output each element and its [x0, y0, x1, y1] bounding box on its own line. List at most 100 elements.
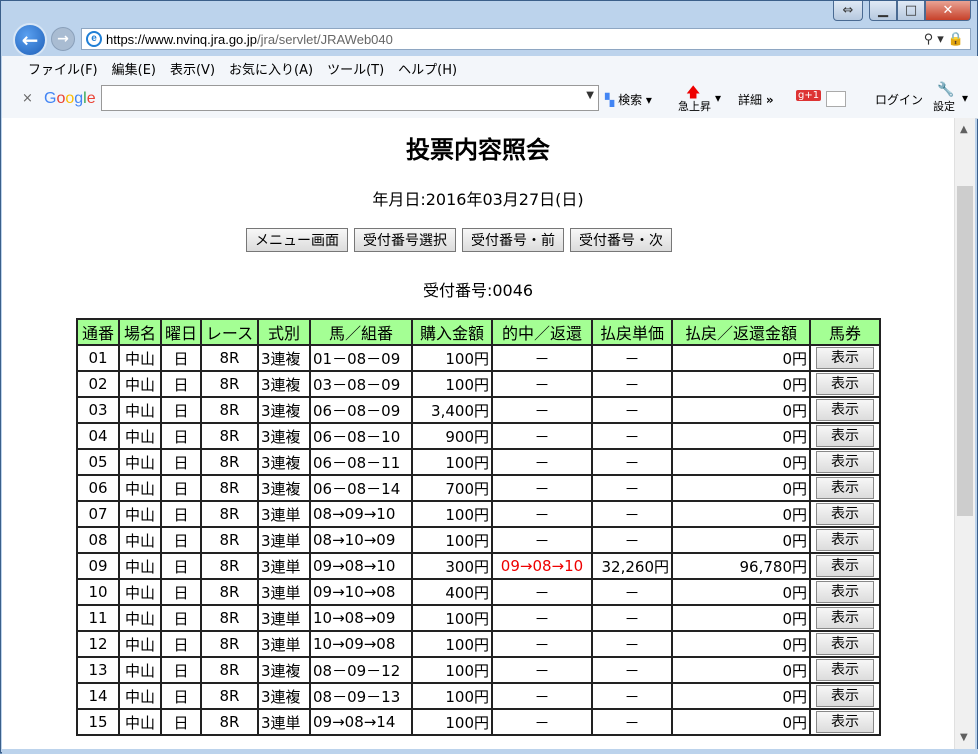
show-ticket-button[interactable]: 表示: [816, 581, 874, 603]
show-ticket-button[interactable]: 表示: [816, 347, 874, 369]
cell-ticket: 表示: [809, 526, 881, 554]
cell-day: 日: [160, 656, 202, 684]
scroll-down-icon[interactable]: ▼: [960, 732, 968, 743]
cell-day: 日: [160, 578, 202, 606]
nav-button-row: メニュー画面 受付番号選択 受付番号・前 受付番号・次: [246, 228, 672, 252]
cell-ticket: 表示: [809, 344, 881, 372]
show-ticket-button[interactable]: 表示: [816, 633, 874, 655]
cell-unit: －: [591, 344, 673, 372]
cell-race: 8R: [200, 500, 259, 528]
settings-dropdown-icon[interactable]: ▾: [962, 91, 968, 105]
cell-type: 3連単: [257, 708, 311, 736]
cell-day: 日: [160, 422, 202, 450]
chevron-down-icon[interactable]: ▼: [586, 90, 594, 101]
receipt-select-button[interactable]: 受付番号選択: [354, 228, 456, 252]
menu-screen-button[interactable]: メニュー画面: [246, 228, 348, 252]
cell-ticket: 表示: [809, 552, 881, 580]
cell-type: 3連単: [257, 630, 311, 658]
show-ticket-button[interactable]: 表示: [816, 685, 874, 707]
show-ticket-button[interactable]: 表示: [816, 503, 874, 525]
minimize-button[interactable]: ▁: [869, 1, 897, 21]
cell-day: 日: [160, 474, 202, 502]
cell-amount: 100円: [411, 448, 493, 476]
show-ticket-button[interactable]: 表示: [816, 451, 874, 473]
receipt-prev-button[interactable]: 受付番号・前: [462, 228, 564, 252]
google-search-button[interactable]: ▚ 検索 ▾: [605, 91, 652, 108]
table-row: 07 中山日 8R 3連単 08→09→10 100円－－ 0円 表示: [76, 500, 881, 528]
dropdown-icon[interactable]: ▾: [937, 31, 944, 47]
vertical-scrollbar[interactable]: ▲ ▼: [954, 118, 975, 749]
cell-no: 01: [76, 344, 120, 372]
trend-label[interactable]: 急上昇: [678, 98, 711, 114]
lock-icon[interactable]: 🔒: [948, 31, 964, 47]
url-path: /jra/servlet/JRAWeb040: [257, 31, 393, 47]
back-button[interactable]: ←: [13, 23, 47, 57]
cell-ticket: 表示: [809, 500, 881, 528]
toolbar-close-icon[interactable]: ×: [22, 91, 33, 106]
menu-help[interactable]: ヘルプ(H): [398, 59, 457, 78]
col-header-payout: 払戻／返還金額: [671, 318, 811, 346]
google-search-input[interactable]: ▼: [101, 85, 599, 111]
cell-combo: 10→08→09: [309, 604, 413, 632]
search-icon[interactable]: ⚲: [924, 31, 934, 47]
address-bar[interactable]: e https://www.nvinq.jra.go.jp/jra/servle…: [81, 28, 971, 50]
cell-ticket: 表示: [809, 474, 881, 502]
cell-race: 8R: [200, 604, 259, 632]
table-row: 14 中山日 8R 3連複 08－09－13 100円－－ 0円 表示: [76, 682, 881, 710]
cell-amount: 900円: [411, 422, 493, 450]
forward-button[interactable]: →: [51, 27, 75, 51]
show-ticket-button[interactable]: 表示: [816, 659, 874, 681]
cell-amount: 100円: [411, 708, 493, 736]
google-plus-one-icon[interactable]: g+1: [796, 90, 822, 101]
cell-ticket: 表示: [809, 578, 881, 606]
cell-type: 3連単: [257, 604, 311, 632]
snap-button[interactable]: ⇔: [833, 1, 863, 21]
show-ticket-button[interactable]: 表示: [816, 529, 874, 551]
back-arrow-icon: ←: [21, 28, 39, 52]
menu-favorites[interactable]: お気に入り(A): [229, 59, 313, 78]
settings-label[interactable]: 設定: [933, 98, 955, 114]
cell-amount: 400円: [411, 578, 493, 606]
cell-amount: 3,400円: [411, 396, 493, 424]
cell-hit: －: [491, 682, 593, 710]
show-ticket-button[interactable]: 表示: [816, 373, 874, 395]
cell-ticket: 表示: [809, 370, 881, 398]
cell-type: 3連複: [257, 396, 311, 424]
col-header-type: 式別: [257, 318, 311, 346]
table-row: 03 中山日 8R 3連複 06－08－09 3,400円－－ 0円 表示: [76, 396, 881, 424]
page-content: 投票内容照会 年月日:2016年03月27日(日) メニュー画面 受付番号選択 …: [2, 118, 954, 749]
cell-race: 8R: [200, 682, 259, 710]
menu-view[interactable]: 表示(V): [170, 59, 215, 78]
cell-venue: 中山: [118, 578, 162, 606]
cell-venue: 中山: [118, 396, 162, 424]
show-ticket-button[interactable]: 表示: [816, 711, 874, 733]
show-ticket-button[interactable]: 表示: [816, 555, 874, 577]
maximize-button[interactable]: □: [897, 1, 925, 21]
cell-venue: 中山: [118, 448, 162, 476]
cell-venue: 中山: [118, 682, 162, 710]
cell-amount: 100円: [411, 344, 493, 372]
menu-file[interactable]: ファイル(F): [28, 59, 98, 78]
show-ticket-button[interactable]: 表示: [816, 607, 874, 629]
cell-no: 05: [76, 448, 120, 476]
wrench-icon[interactable]: 🔧: [937, 82, 954, 98]
show-ticket-button[interactable]: 表示: [816, 425, 874, 447]
login-link[interactable]: ログイン: [875, 91, 923, 108]
trend-dropdown-icon[interactable]: ▾: [715, 91, 721, 105]
scrollbar-thumb[interactable]: [957, 186, 973, 516]
more-button[interactable]: 詳細 »: [738, 91, 774, 108]
menu-edit[interactable]: 編集(E): [112, 59, 156, 78]
show-ticket-button[interactable]: 表示: [816, 399, 874, 421]
show-ticket-button[interactable]: 表示: [816, 477, 874, 499]
close-window-button[interactable]: ✕: [925, 1, 971, 21]
scroll-up-icon[interactable]: ▲: [960, 124, 968, 135]
cell-ticket: 表示: [809, 604, 881, 632]
cell-no: 12: [76, 630, 120, 658]
cell-race: 8R: [200, 526, 259, 554]
cell-payout: 0円: [671, 604, 811, 632]
more-label: 詳細: [738, 93, 763, 107]
menu-tools[interactable]: ツール(T): [327, 59, 384, 78]
cell-race: 8R: [200, 708, 259, 736]
cell-race: 8R: [200, 578, 259, 606]
receipt-next-button[interactable]: 受付番号・次: [570, 228, 672, 252]
